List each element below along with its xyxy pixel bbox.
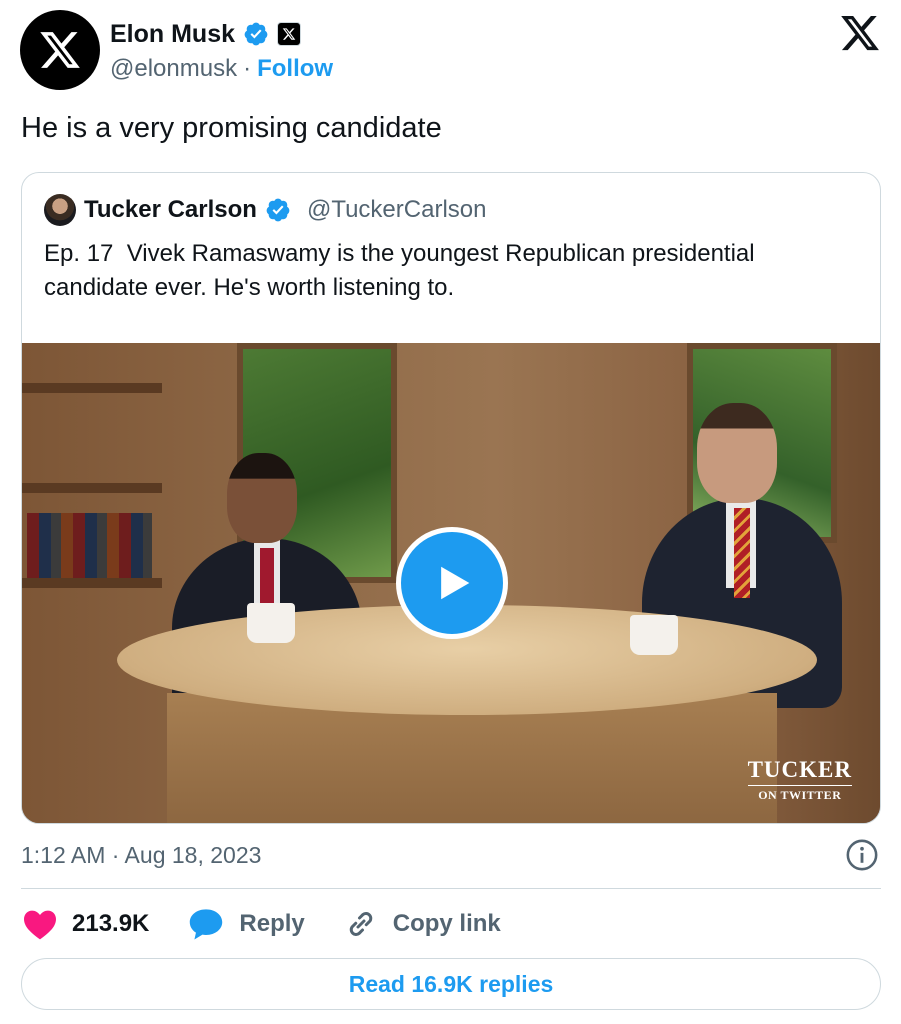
video-watermark: TUCKER ON TWITTER [747,757,852,803]
follow-button[interactable]: Follow [257,55,333,83]
watermark-main: TUCKER [747,757,852,782]
read-replies-button[interactable]: Read 16.9K replies [21,958,881,1010]
link-icon [349,912,372,936]
reply-bubble-icon [190,909,223,940]
x-affiliation-icon [277,22,302,46]
reply-button[interactable]: Reply [187,907,305,941]
video-books [27,513,152,578]
info-icon[interactable] [845,838,879,872]
tweet-timestamp[interactable]: 1:12 AM · Aug 18, 2023 [21,842,261,869]
verified-badge-icon [244,22,268,46]
separator-dot: · [243,55,252,82]
like-button[interactable]: 213.9K [22,908,149,940]
author-name-row: Elon Musk [110,18,302,50]
video-shelf [22,483,162,493]
divider [21,888,881,889]
quoted-author-row: Tucker Carlson @TuckerCarlson [44,193,486,227]
play-button[interactable] [396,527,508,639]
quoted-author-handle: @TuckerCarlson [306,196,487,223]
video-mug-right [630,615,678,655]
video-shelf [22,383,162,393]
tweet-text: He is a very promising candidate [21,112,442,144]
action-bar: 213.9K Reply Copy link [22,902,539,946]
author-name[interactable]: Elon Musk [110,20,235,49]
quoted-tweet-card[interactable]: Tucker Carlson @TuckerCarlson Ep. 17 Viv… [21,172,881,824]
like-count: 213.9K [72,910,150,937]
quoted-author-avatar[interactable] [44,194,76,226]
video-mug-left [247,603,295,643]
copy-link-label: Copy link [392,910,501,937]
x-logo-icon [40,32,80,68]
author-handle-row: @elonmusk · Follow [110,54,333,84]
video-player[interactable]: TUCKER ON TWITTER [22,343,880,823]
play-icon [441,566,470,600]
video-shelf [22,578,162,588]
author-avatar[interactable] [20,10,100,90]
verified-badge-icon [266,198,290,222]
copy-link-button[interactable]: Copy link [343,906,501,942]
author-handle[interactable]: @elonmusk [110,55,237,83]
heart-icon [24,910,56,940]
quoted-tweet-text: Ep. 17 Vivek Ramaswamy is the youngest R… [44,240,762,301]
watermark-sub: ON TWITTER [747,785,852,803]
quoted-author-name: Tucker Carlson [84,196,257,223]
x-logo-icon[interactable] [839,12,881,54]
reply-label: Reply [239,910,305,937]
